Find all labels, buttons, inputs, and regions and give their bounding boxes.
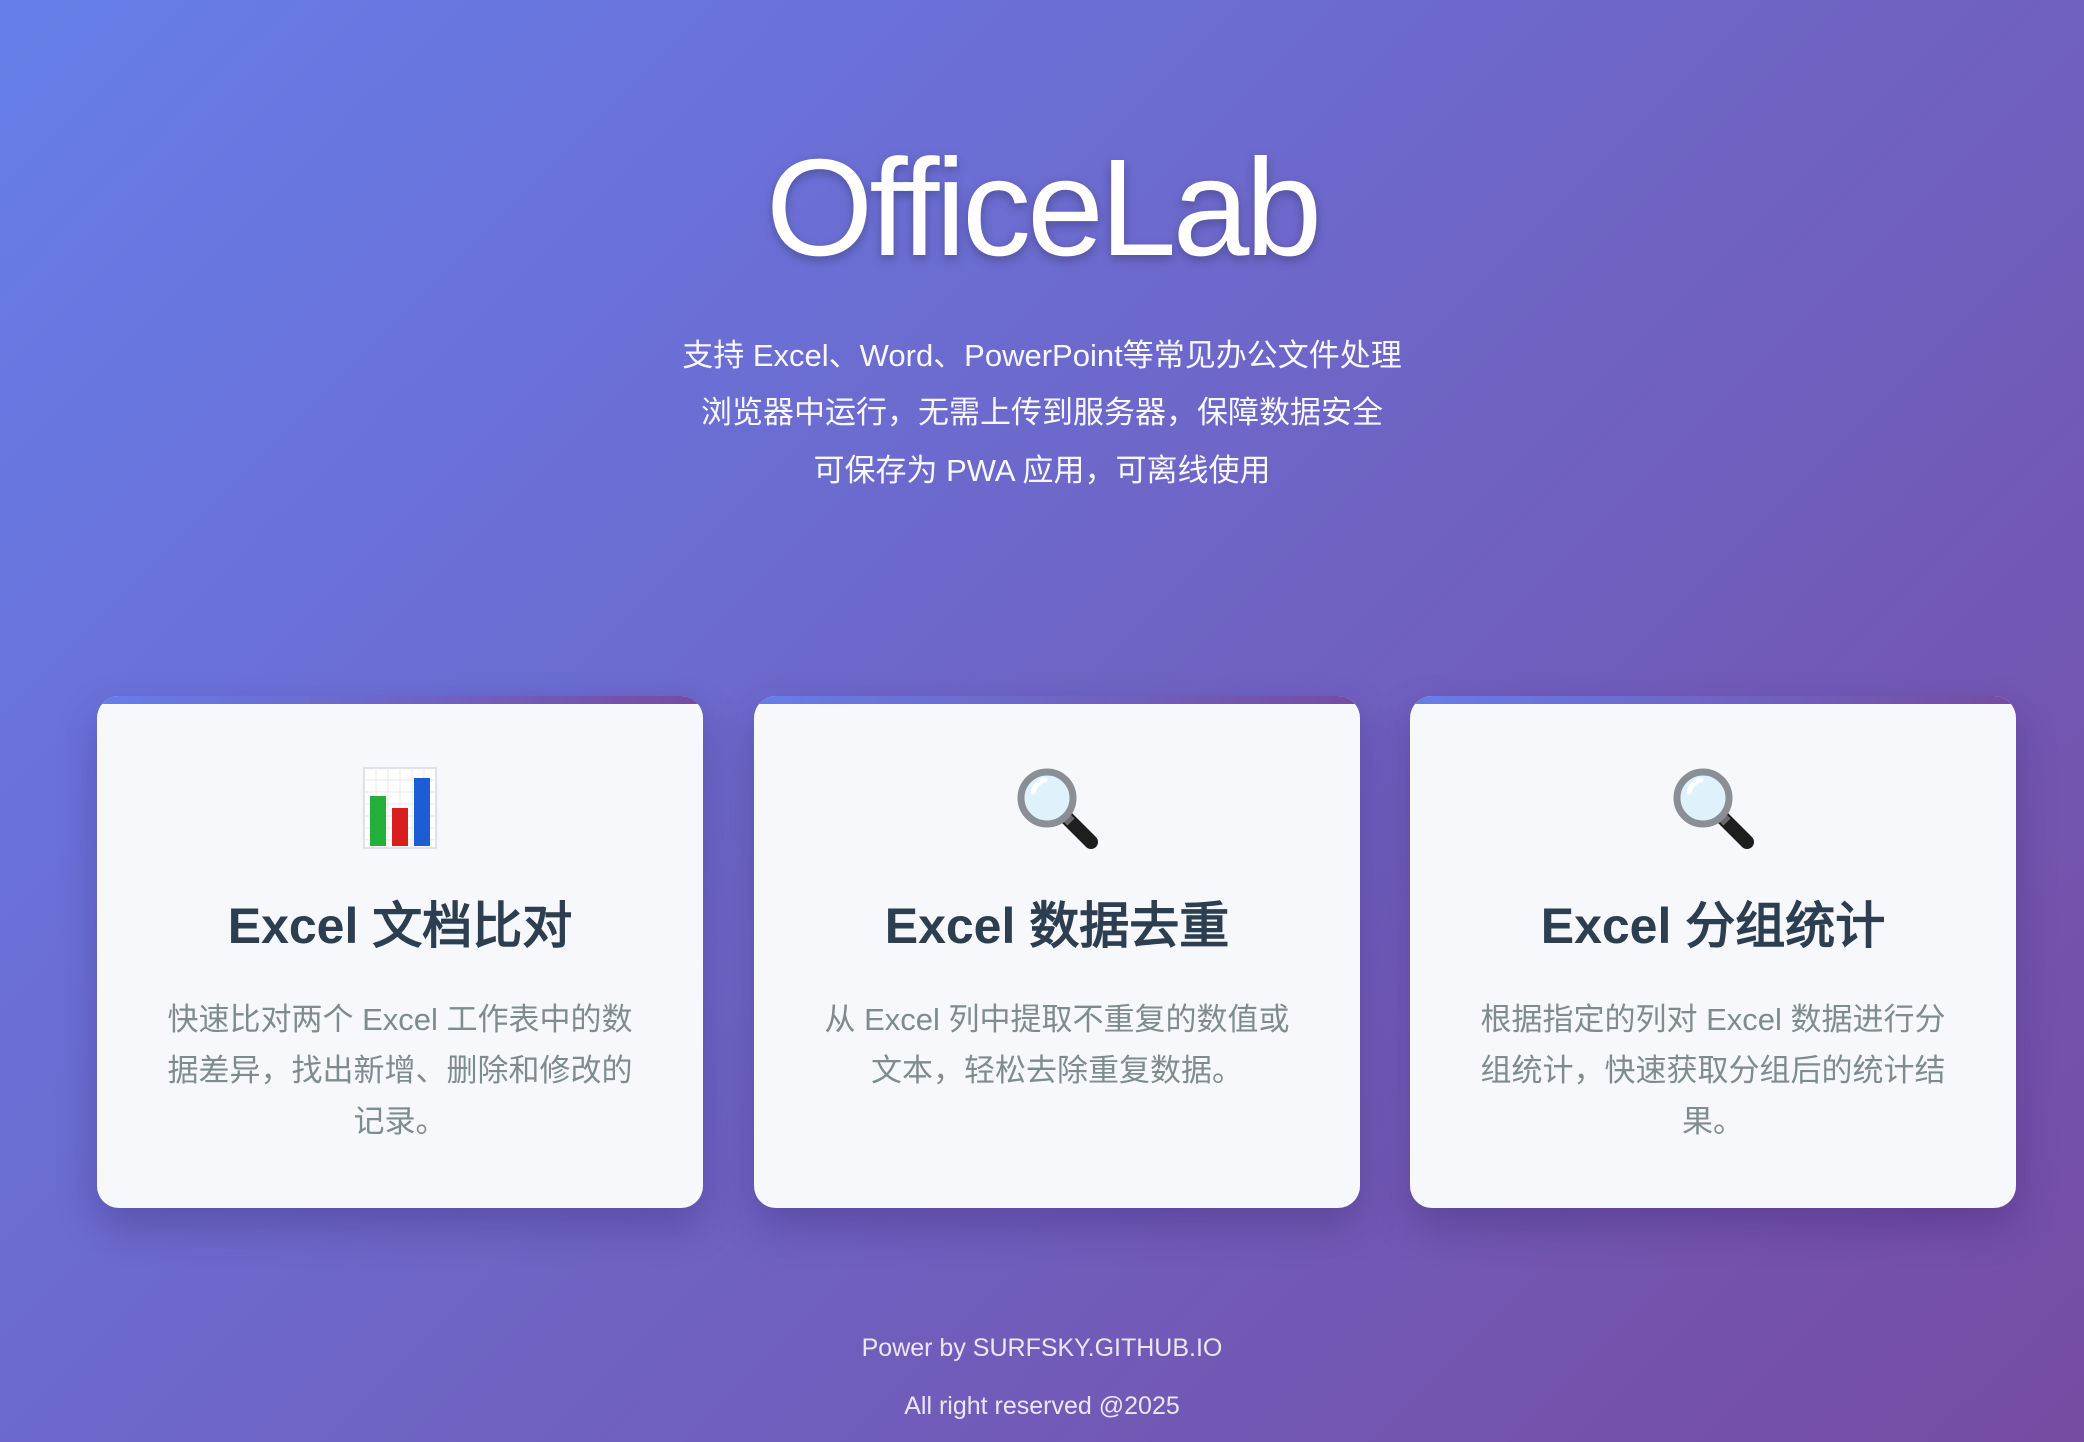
card-description: 根据指定的列对 Excel 数据进行分组统计，快速获取分组后的统计结果。 (1480, 1002, 1946, 1139)
bar-chart-icon (97, 766, 703, 850)
card-excel-dedupe[interactable]: Excel 数据去重 从 Excel 列中提取不重复的数值或文本，轻松去除重复数… (754, 696, 1360, 1208)
tagline-pwa: 可保存为 PWA 应用，可离线使用 (813, 453, 1271, 488)
footer-copyright: All right reserved @2025 (904, 1392, 1180, 1420)
card-excel-compare[interactable]: Excel 文档比对 快速比对两个 Excel 工作表中的数据差异，找出新增、删… (97, 696, 703, 1208)
footer-powered-by[interactable]: Power by SURFSKY.GITHUB.IO (0, 1334, 2084, 1363)
card-description: 从 Excel 列中提取不重复的数值或文本，轻松去除重复数据。 (824, 1002, 1290, 1088)
card-title: Excel 分组统计 (1540, 898, 1886, 954)
magnifier-icon (1410, 766, 2016, 850)
tool-cards: Excel 文档比对 快速比对两个 Excel 工作表中的数据差异，找出新增、删… (97, 696, 2017, 1208)
tagline-formats: 支持 Excel、Word、PowerPoint等常见办公文件处理 (682, 338, 1402, 373)
magnifier-icon (754, 766, 1360, 850)
card-title: Excel 文档比对 (227, 898, 573, 954)
card-title: Excel 数据去重 (884, 898, 1230, 954)
card-excel-groupby[interactable]: Excel 分组统计 根据指定的列对 Excel 数据进行分组统计，快速获取分组… (1410, 696, 2016, 1208)
card-description: 快速比对两个 Excel 工作表中的数据差异，找出新增、删除和修改的记录。 (167, 1002, 633, 1139)
app-title: OfficeLab (765, 131, 1322, 285)
tagline-security: 浏览器中运行，无需上传到服务器，保障数据安全 (701, 395, 1383, 430)
